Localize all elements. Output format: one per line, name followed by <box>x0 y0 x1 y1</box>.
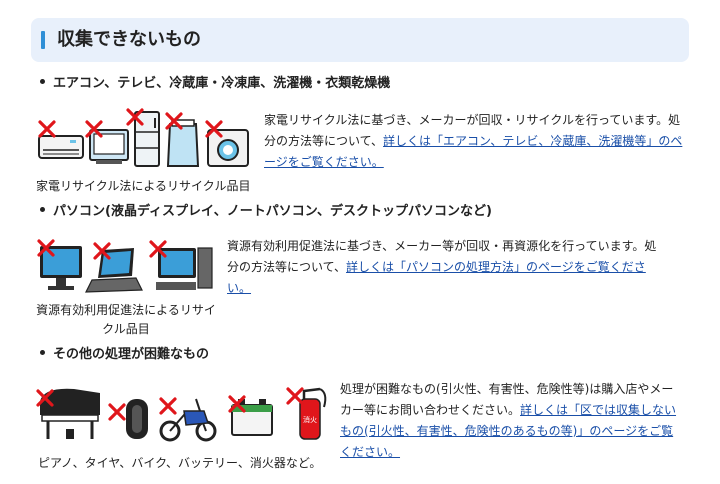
bullet-dot <box>40 79 45 84</box>
pc-image <box>36 238 216 298</box>
bullet-heading-pc: パソコン(液晶ディスプレイ、ノートパソコン、デスクトップパソコンなど) <box>40 203 492 221</box>
bullet-heading-others: その他の処理が困難なもの <box>40 346 209 364</box>
bullet-dot <box>40 350 45 355</box>
washing-machine-icon <box>166 119 200 167</box>
header-accent-bar <box>41 31 45 49</box>
piano-icon <box>40 388 100 439</box>
others-caption: ピアノ、タイヤ、バイク、バッテリー、消火器など。 <box>38 456 322 470</box>
appliances-image <box>36 108 258 170</box>
monitor-icon <box>40 246 82 290</box>
clothes-dryer-icon <box>207 129 249 167</box>
extinguisher-label: 消火 <box>303 415 317 424</box>
bullet-heading-text: その他の処理が困難なもの <box>53 347 210 362</box>
fire-extinguisher-icon: 消火 <box>299 387 327 440</box>
laptop-icon <box>85 248 143 293</box>
air-conditioner-icon <box>38 135 84 159</box>
bullet-dot <box>40 207 45 212</box>
others-description: 処理が困難なもの(引火性、有害性、危険性等)は購入店やメーカー等にお問い合わせく… <box>340 379 680 463</box>
bullet-heading-text: パソコン(液晶ディスプレイ、ノートパソコン、デスクトップパソコンなど) <box>53 204 492 219</box>
section-header: 収集できないもの <box>31 18 689 62</box>
pc-description: 資源有効利用促進法に基づき、メーカー等が回収・再資源化を行っています。処分の方法… <box>227 236 662 299</box>
others-image: 消火 <box>34 381 332 447</box>
television-icon <box>89 129 129 164</box>
bullet-heading-appliances: エアコン、テレビ、冷蔵庫・冷凍庫、洗濯機・衣類乾燥機 <box>40 75 390 93</box>
appliances-description: 家電リサイクル法に基づき、メーカーが回収・リサイクルを行っています。処分の方法等… <box>264 110 684 173</box>
pc-caption: 資源有効利用促進法によるリサイクル品目 <box>36 303 216 336</box>
appliances-caption: 家電リサイクル法によるリサイクル品目 <box>36 179 251 193</box>
tire-icon <box>126 399 148 439</box>
section-title: 収集できないもの <box>57 29 201 50</box>
bullet-heading-text: エアコン、テレビ、冷蔵庫・冷凍庫、洗濯機・衣類乾燥機 <box>53 76 391 91</box>
